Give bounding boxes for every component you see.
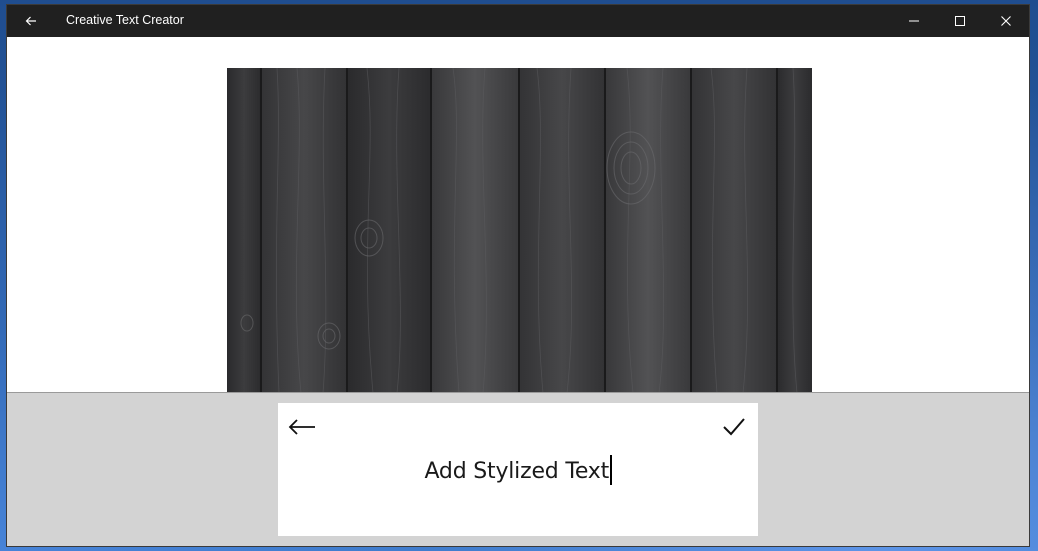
text-editor-card: Add Stylized Text <box>278 403 758 536</box>
close-button[interactable] <box>983 5 1029 37</box>
title-bar: Creative Text Creator <box>7 5 1029 37</box>
minimize-icon <box>909 20 919 22</box>
checkmark-icon <box>723 418 745 436</box>
maximize-icon <box>955 16 965 26</box>
titlebar-back-button[interactable] <box>15 5 47 37</box>
wood-background-image <box>227 68 812 393</box>
text-edit-panel: Add Stylized Text <box>7 392 1029 546</box>
window-controls <box>891 5 1029 37</box>
app-window: Creative Text Creator Add Stylized Text <box>6 4 1030 547</box>
maximize-button[interactable] <box>937 5 983 37</box>
text-input[interactable]: Add Stylized Text <box>338 453 698 489</box>
content-area: Add Stylized Text <box>7 37 1029 546</box>
editor-confirm-button[interactable] <box>718 413 750 441</box>
text-caret <box>610 454 612 485</box>
minimize-button[interactable] <box>891 5 937 37</box>
arrow-left-icon <box>288 419 315 435</box>
text-input-value: Add Stylized Text <box>424 458 610 484</box>
window-title: Creative Text Creator <box>66 13 184 27</box>
arrow-left-icon <box>25 16 36 26</box>
close-icon <box>1001 16 1011 26</box>
editor-back-button[interactable] <box>286 413 318 441</box>
